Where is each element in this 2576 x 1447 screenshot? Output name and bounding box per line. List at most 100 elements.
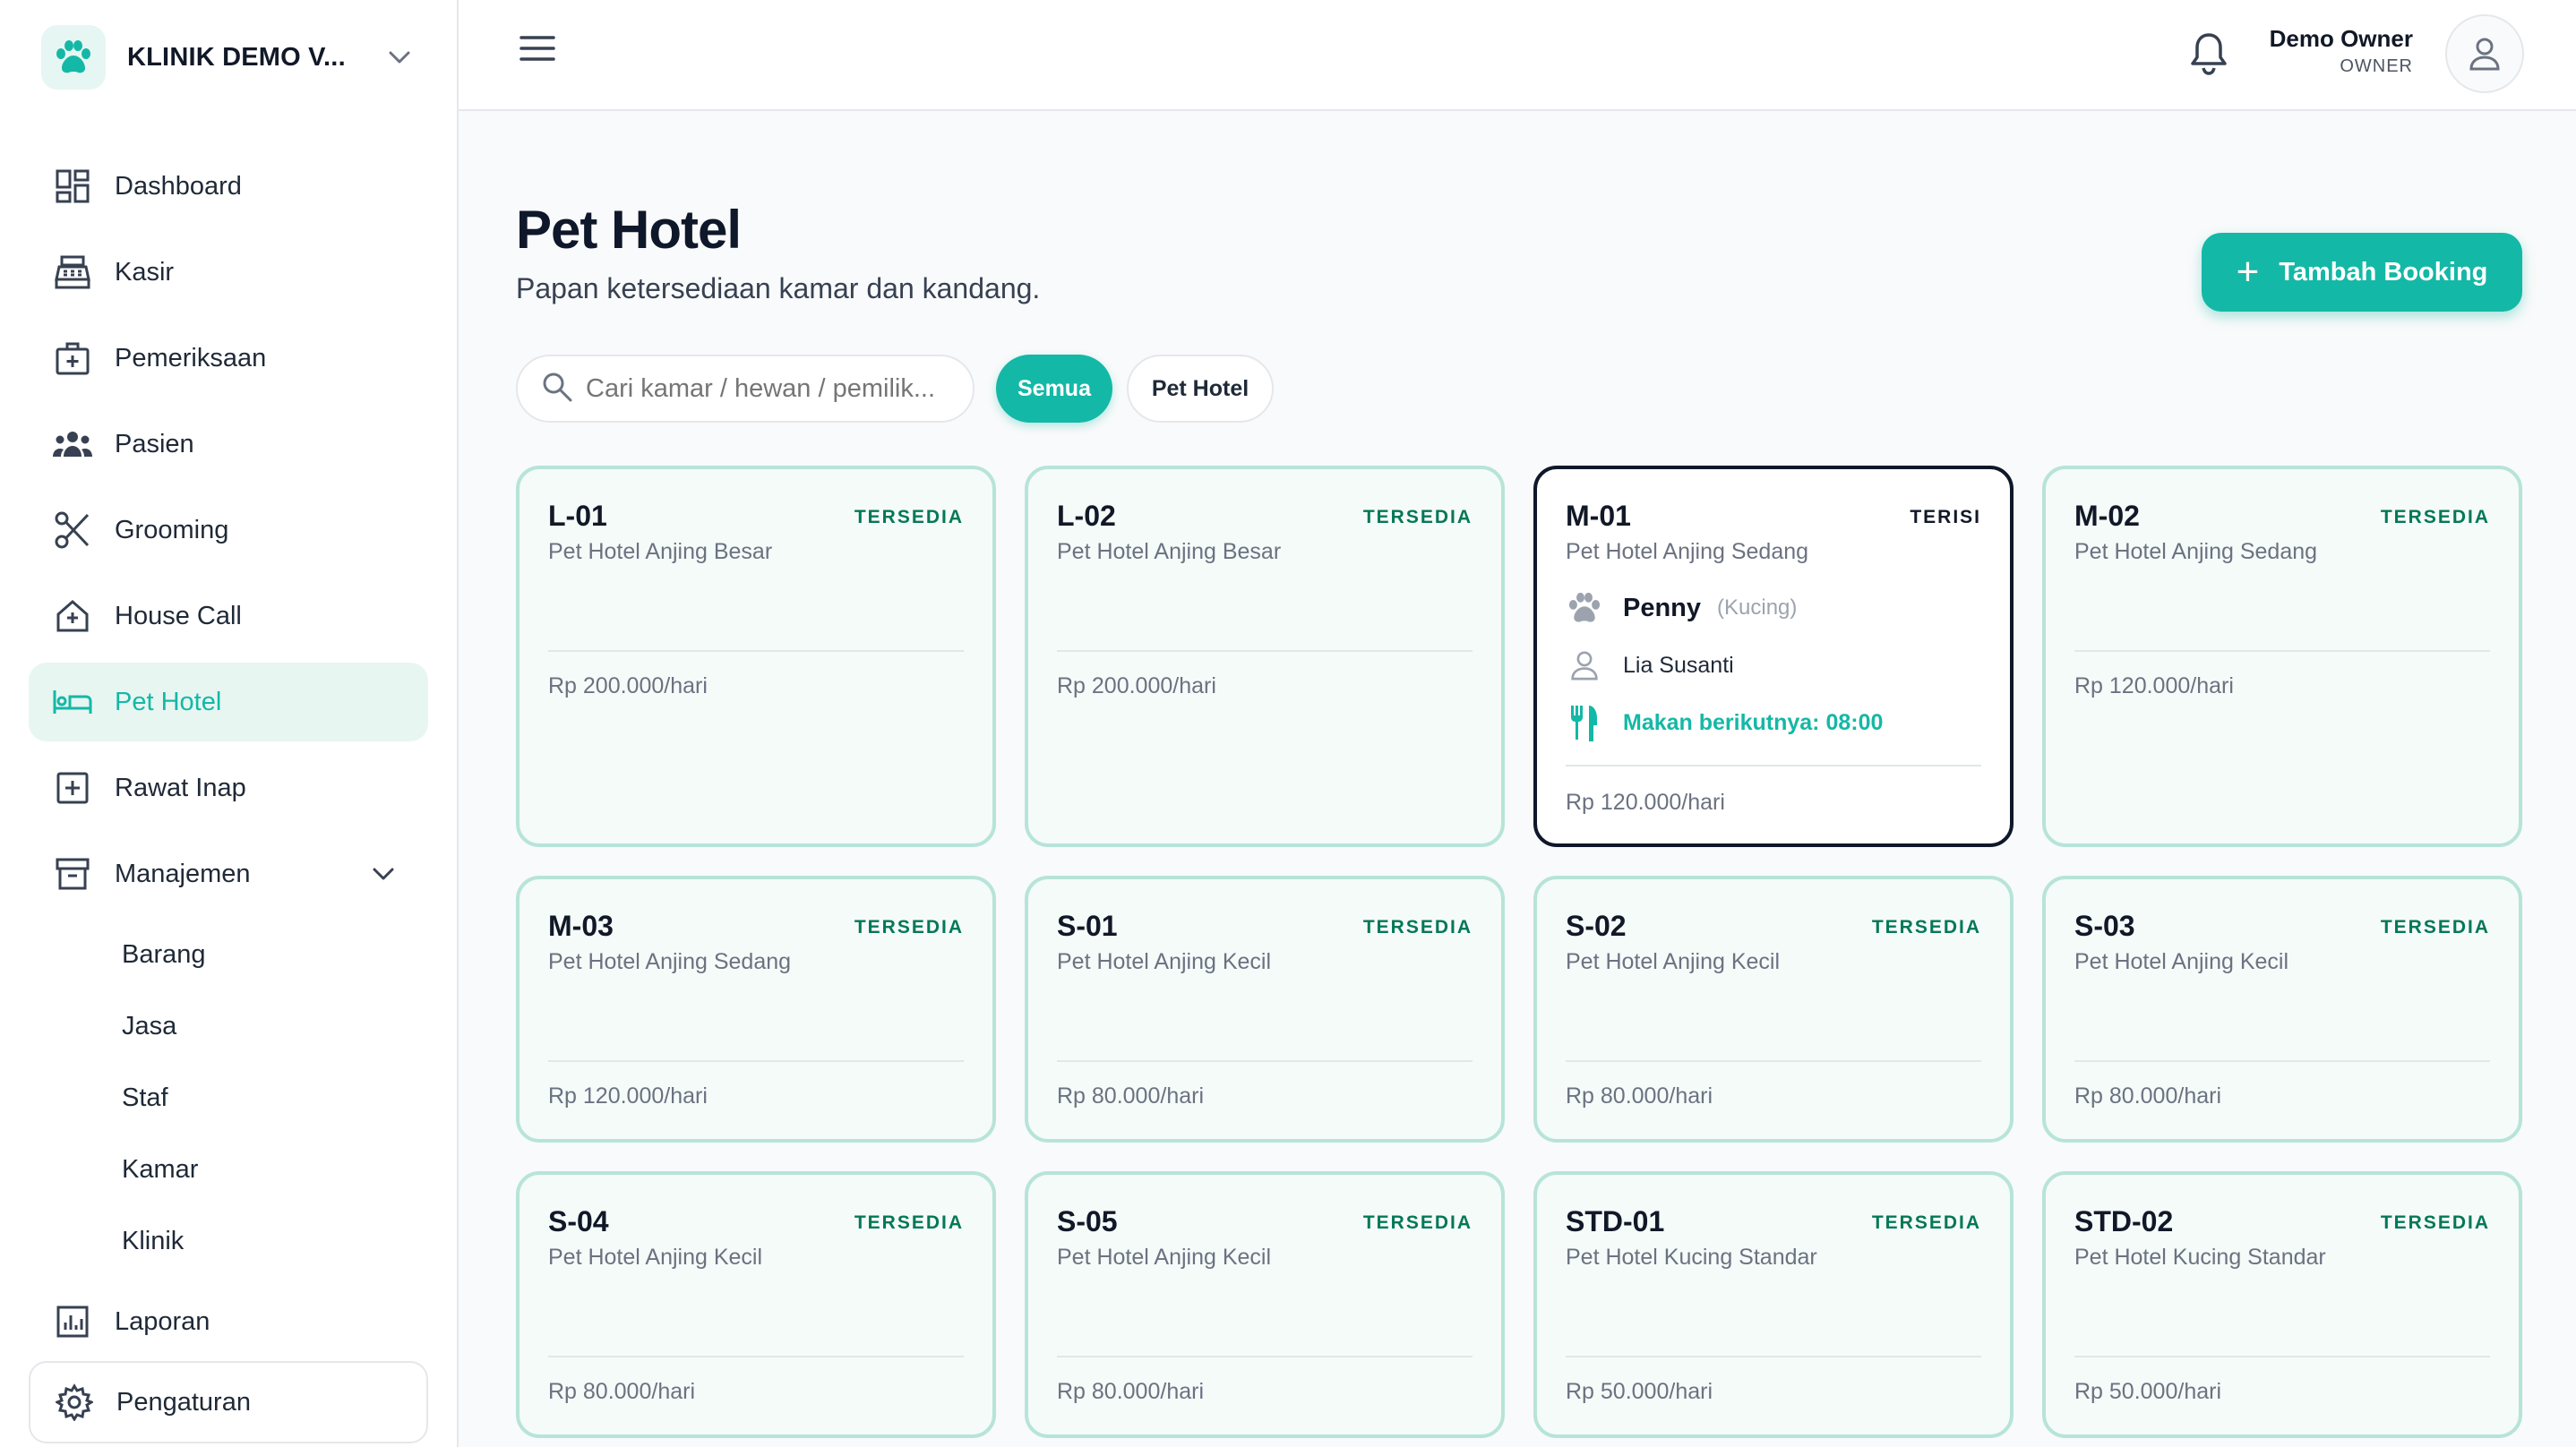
room-price: Rp 80.000/hari [1566, 1083, 1713, 1109]
status-badge: TERSEDIA [1871, 917, 1981, 938]
room-code: L-01 [548, 500, 607, 532]
search-box[interactable] [516, 355, 975, 423]
room-card[interactable]: M-03 TERSEDIA Pet Hotel Anjing Sedang Rp… [516, 876, 996, 1143]
pet-name: Penny [1623, 593, 1702, 622]
room-price: Rp 120.000/hari [2074, 673, 2234, 698]
sidebar-subitem-barang[interactable]: Barang [122, 940, 206, 970]
room-price: Rp 80.000/hari [1057, 1083, 1205, 1109]
bed-icon [52, 681, 93, 723]
room-price: Rp 80.000/hari [548, 1379, 696, 1404]
card-divider [1057, 1356, 1473, 1357]
sidebar-subitem-klinik[interactable]: Klinik [122, 1227, 184, 1256]
utensils-icon [1566, 704, 1603, 741]
user-icon [2469, 38, 2500, 71]
room-code: S-04 [548, 1205, 609, 1237]
sidebar-item-kasir[interactable]: Kasir [29, 233, 428, 312]
paw-icon [1566, 589, 1603, 627]
sidebar-item-pet-hotel[interactable]: Pet Hotel [29, 663, 428, 741]
room-card[interactable]: L-01 TERSEDIA Pet Hotel Anjing Besar Rp … [516, 466, 996, 847]
sidebar-item-label: Dashboard [115, 171, 242, 201]
scissors-icon [52, 509, 93, 551]
room-code: S-03 [2074, 910, 2135, 942]
room-type: Pet Hotel Anjing Kecil [548, 1245, 763, 1270]
cash-register-icon [52, 252, 93, 293]
room-type: Pet Hotel Anjing Kecil [2074, 949, 2289, 974]
sidebar-item-label: Manajemen [115, 859, 251, 888]
avatar[interactable] [2445, 14, 2524, 93]
sidebar-item-label: Laporan [115, 1306, 210, 1336]
pet-row: Penny (Kucing) [1566, 589, 1797, 627]
chevron-down-icon[interactable] [382, 39, 417, 75]
sidebar-item-laporan[interactable]: Laporan [29, 1282, 428, 1361]
room-card[interactable]: STD-01 TERSEDIA Pet Hotel Kucing Standar… [1533, 1171, 2014, 1438]
card-divider [1057, 1060, 1473, 1062]
search-input[interactable] [586, 373, 962, 404]
filter-all-pill[interactable]: Semua [996, 355, 1112, 423]
room-card[interactable]: M-01 TERISI Pet Hotel Anjing Sedang Penn… [1533, 466, 2014, 847]
room-card[interactable]: S-03 TERSEDIA Pet Hotel Anjing Kecil Rp … [2042, 876, 2522, 1143]
room-card[interactable]: M-02 TERSEDIA Pet Hotel Anjing Sedang Rp… [2042, 466, 2522, 847]
sidebar-item-pemeriksaan[interactable]: Pemeriksaan [29, 319, 428, 398]
room-type: Pet Hotel Anjing Besar [548, 539, 773, 564]
add-booking-button[interactable]: + Tambah Booking [2202, 233, 2522, 312]
room-card[interactable]: S-01 TERSEDIA Pet Hotel Anjing Kecil Rp … [1025, 876, 1505, 1143]
room-price: Rp 80.000/hari [2074, 1083, 2222, 1109]
sidebar-item-label: Pet Hotel [115, 687, 222, 716]
card-divider [1057, 650, 1473, 652]
menu-icon[interactable] [518, 32, 557, 64]
room-price: Rp 50.000/hari [2074, 1379, 2222, 1404]
bell-icon[interactable] [2187, 30, 2230, 77]
status-badge: TERSEDIA [2380, 917, 2490, 938]
page-title: Pet Hotel [516, 200, 742, 260]
filter-pet-hotel-pill[interactable]: Pet Hotel [1127, 355, 1274, 423]
room-code: L-02 [1057, 500, 1116, 532]
dashboard-icon [52, 166, 93, 207]
sidebar-item-pengaturan[interactable]: Pengaturan [29, 1361, 428, 1443]
card-divider [548, 1060, 964, 1062]
sidebar-subitem-kamar[interactable]: Kamar [122, 1155, 198, 1185]
card-divider [1566, 1356, 1981, 1357]
users-icon [52, 424, 93, 465]
room-card[interactable]: S-05 TERSEDIA Pet Hotel Anjing Kecil Rp … [1025, 1171, 1505, 1438]
chevron-down-icon[interactable] [365, 856, 401, 892]
archive-icon [52, 853, 93, 895]
card-divider [2074, 1060, 2490, 1062]
house-medical-icon [52, 595, 93, 637]
card-divider [1566, 765, 1981, 766]
sidebar-subitem-jasa[interactable]: Jasa [122, 1012, 176, 1041]
plus-icon: + [2236, 250, 2260, 294]
room-code: M-03 [548, 910, 614, 942]
sidebar-item-rawat-inap[interactable]: Rawat Inap [29, 749, 428, 827]
sidebar-item-label: Grooming [115, 515, 229, 544]
room-code: M-02 [2074, 500, 2140, 532]
sidebar-item-house-call[interactable]: House Call [29, 577, 428, 655]
status-badge: TERSEDIA [1362, 1212, 1473, 1233]
sidebar-item-pasien[interactable]: Pasien [29, 405, 428, 484]
sidebar-item-dashboard[interactable]: Dashboard [29, 147, 428, 226]
user-name: Demo Owner [2269, 25, 2413, 52]
status-badge: TERSEDIA [854, 917, 964, 938]
plus-square-icon [52, 767, 93, 809]
card-divider [548, 650, 964, 652]
room-card[interactable]: S-02 TERSEDIA Pet Hotel Anjing Kecil Rp … [1533, 876, 2014, 1143]
room-card[interactable]: S-04 TERSEDIA Pet Hotel Anjing Kecil Rp … [516, 1171, 996, 1438]
sidebar-item-grooming[interactable]: Grooming [29, 491, 428, 569]
clinic-switcher[interactable]: KLINIK DEMO V... [41, 23, 417, 91]
room-type: Pet Hotel Anjing Sedang [548, 949, 792, 974]
sidebar-subitem-staf[interactable]: Staf [122, 1083, 168, 1113]
room-card[interactable]: L-02 TERSEDIA Pet Hotel Anjing Besar Rp … [1025, 466, 1505, 847]
sidebar-item-label: Pasien [115, 429, 194, 458]
status-badge: TERSEDIA [1362, 507, 1473, 527]
room-card[interactable]: STD-02 TERSEDIA Pet Hotel Kucing Standar… [2042, 1171, 2522, 1438]
room-type: Pet Hotel Anjing Sedang [2074, 539, 2318, 564]
medical-kit-icon [52, 338, 93, 379]
room-code: M-01 [1566, 500, 1631, 532]
room-code: STD-02 [2074, 1205, 2174, 1237]
pet-species: (Kucing) [1717, 595, 1798, 620]
room-price: Rp 120.000/hari [548, 1083, 708, 1109]
room-code: STD-01 [1566, 1205, 1665, 1237]
room-price: Rp 200.000/hari [1057, 673, 1216, 698]
owner-name: Lia Susanti [1623, 652, 1734, 678]
sidebar-item-manajemen[interactable]: Manajemen [29, 835, 428, 913]
chart-icon [52, 1301, 93, 1342]
